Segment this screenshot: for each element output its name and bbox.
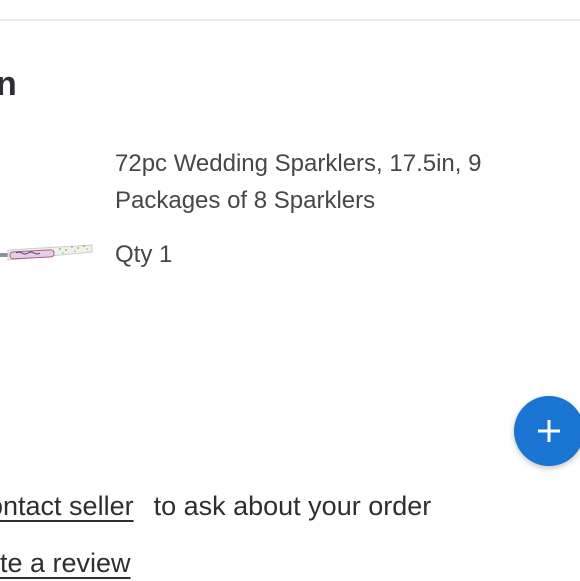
product-thumbnail[interactable]	[0, 232, 96, 272]
sparkler-package-image	[0, 244, 93, 261]
write-review-link[interactable]: rite a review	[0, 548, 131, 578]
write-review-row: rite a review	[0, 545, 131, 581]
plus-icon	[538, 420, 560, 442]
section-title: n	[0, 65, 17, 103]
contact-seller-row: ontact seller to ask about your order	[0, 488, 431, 524]
product-name[interactable]: 72pc Wedding Sparklers, 17.5in, 9 Packag…	[115, 145, 515, 219]
top-divider	[0, 19, 580, 21]
product-qty: Qty 1	[115, 241, 173, 268]
contact-seller-suffix: to ask about your order	[153, 491, 432, 521]
add-fab-button[interactable]	[514, 396, 580, 466]
contact-seller-link[interactable]: ontact seller	[0, 491, 134, 521]
